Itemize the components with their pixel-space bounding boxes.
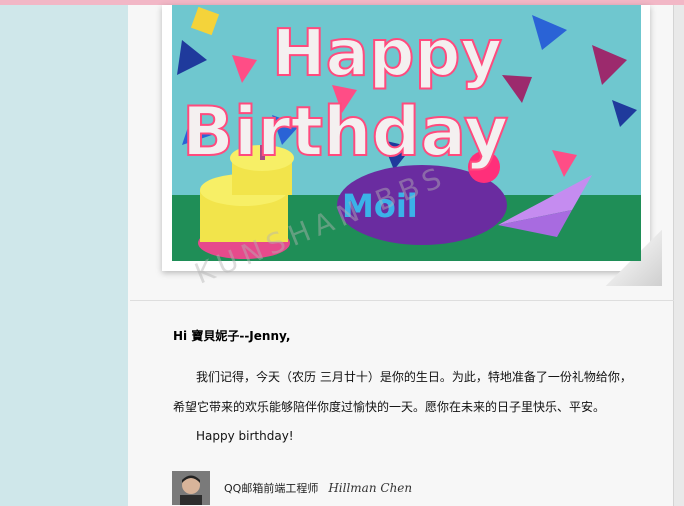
headline-line1: Happy <box>272 17 502 91</box>
letter-paragraph: 我们记得，今天（农历 三月廿十）是你的生日。为此，特地准备了一份礼物给你，希望它… <box>173 370 632 414</box>
signature-name: Hillman Chen <box>328 481 413 495</box>
signature-title: QQ邮箱前端工程师 <box>224 482 319 495</box>
greeting: Hi 寶貝妮子--Jenny, <box>173 329 291 343</box>
person-avatar-icon <box>172 471 210 505</box>
torn-paper-edge <box>122 5 136 506</box>
birthday-wish: Happy birthday! <box>196 429 294 443</box>
scrollbar[interactable] <box>673 5 684 506</box>
avatar <box>172 471 210 505</box>
left-panel <box>0 5 130 506</box>
signature: QQ邮箱前端工程师 Hillman Chen <box>172 471 412 505</box>
